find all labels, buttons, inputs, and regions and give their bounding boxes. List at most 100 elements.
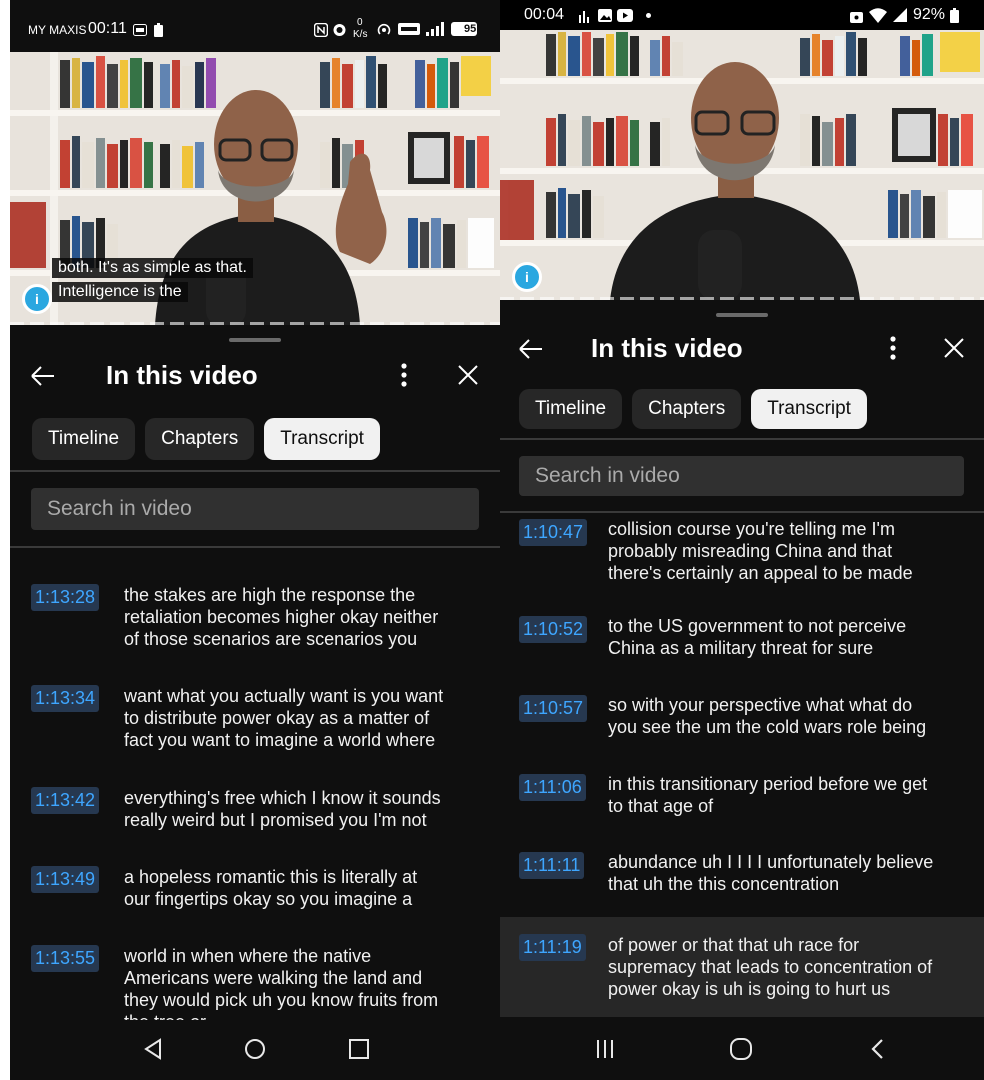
transcript-text: a hopeless romantic this is literally at…: [124, 866, 417, 910]
back-button[interactable]: [28, 361, 58, 391]
transcript-timestamp[interactable]: 1:13:34: [31, 685, 100, 712]
transcript-timestamp[interactable]: 1:13:55: [31, 945, 100, 972]
nav-back-button[interactable]: [138, 1034, 168, 1064]
transcript-timestamp[interactable]: 1:11:06: [519, 774, 586, 801]
tab-chapters[interactable]: Chapters: [632, 389, 742, 429]
transcript-text: so with your perspective what what do yo…: [608, 694, 926, 738]
transcript-line: Americans were walking the land and: [124, 968, 423, 988]
transcript-line: collision course you're telling me I'm: [608, 519, 895, 539]
sheet-tabs: Timeline Chapters Transcript: [519, 389, 867, 429]
left-phone-screen: MY MAXIS 00:11 0 K/s 95 both. It's as si…: [10, 0, 500, 1080]
transcript-timestamp[interactable]: 1:10:47: [519, 519, 588, 546]
transcript-text: to the US government to not perceive Chi…: [608, 615, 906, 659]
net-speed-value: 0: [357, 17, 363, 28]
nav-home-button[interactable]: [240, 1034, 270, 1064]
caption-line-2: Intelligence is the: [52, 282, 188, 302]
video-player[interactable]: i: [500, 30, 984, 300]
transcript-line: retaliation becomes higher okay neither: [124, 607, 439, 627]
transcript-timestamp[interactable]: 1:13:28: [31, 584, 100, 611]
transcript-row[interactable]: 1:13:49 a hopeless romantic this is lite…: [10, 862, 500, 932]
close-button[interactable]: [454, 361, 482, 389]
nav-back-chevron-icon: [871, 1039, 883, 1059]
screen-lock-icon: [850, 12, 863, 23]
transcript-line: abundance uh I I I I unfortunately belie…: [608, 852, 934, 872]
transcript-row[interactable]: 1:10:57 so with your perspective what wh…: [500, 689, 984, 749]
transcript-row-current[interactable]: 1:11:19 of power or that that uh race fo…: [500, 917, 984, 1017]
transcript-timestamp[interactable]: 1:10:57: [519, 695, 588, 722]
close-button[interactable]: [940, 334, 968, 362]
tab-transcript[interactable]: Transcript: [264, 418, 380, 460]
dot-icon: [646, 13, 651, 18]
battery-indicator: 95: [451, 22, 477, 36]
back-arrow-icon: [519, 339, 542, 359]
transcript-text: want what you actually want is you want …: [124, 685, 443, 751]
transcript-line: in this transitionary period before we g…: [608, 774, 928, 794]
close-icon: [944, 338, 964, 358]
transcript-line: supremacy that leads to concentration of: [608, 957, 933, 977]
search-in-video-input[interactable]: Search in video: [31, 488, 479, 530]
youtube-notification-icon: [617, 9, 633, 22]
transcript-row[interactable]: 1:13:55 world in when where the native A…: [10, 941, 500, 1020]
sheet-tabs: Timeline Chapters Transcript: [32, 418, 380, 460]
navigation-bar: [10, 1020, 500, 1080]
transcript-timestamp[interactable]: 1:11:19: [519, 934, 586, 961]
nav-recents-button[interactable]: [590, 1034, 620, 1064]
back-arrow-icon: [31, 366, 54, 386]
more-options-button[interactable]: [390, 361, 418, 389]
transcript-line: want what you actually want is you want: [124, 686, 444, 706]
transcript-row[interactable]: 1:13:28 the stakes are high the response…: [10, 580, 500, 670]
sheet-drag-handle[interactable]: [229, 338, 281, 342]
transcript-row[interactable]: 1:13:34 want what you actually want is y…: [10, 681, 500, 771]
transcript-row[interactable]: 1:11:11 abundance uh I I I I unfortunate…: [500, 846, 984, 906]
channel-logo-mark: i: [512, 262, 542, 292]
nav-back-button[interactable]: [862, 1034, 892, 1064]
transcript-line: to that age of: [608, 796, 714, 816]
status-time: 00:11: [88, 20, 127, 37]
transcript-line: our fingertips okay so you imagine a: [124, 889, 413, 909]
transcript-line: world in when where the native: [124, 946, 372, 966]
battery-saver-icon: [154, 23, 163, 37]
transcript-line: they would pick uh you know fruits from: [124, 990, 439, 1010]
transcript-row[interactable]: 1:10:52 to the US government to not perc…: [500, 610, 984, 670]
transcript-line: power okay is uh is going to hurt us: [608, 979, 891, 999]
transcript-line: the stakes are high the response the: [124, 585, 416, 605]
transcript-row[interactable]: 1:11:06 in this transitionary period bef…: [500, 768, 984, 828]
transcript-line: you see the um the cold wars role being: [608, 717, 927, 737]
transcript-timestamp[interactable]: 1:11:11: [519, 852, 585, 879]
transcript-line: fact you want to imagine a world where: [124, 730, 436, 750]
transcript-list[interactable]: 1:10:47 collision course you're telling …: [500, 513, 984, 1018]
sheet-drag-handle[interactable]: [716, 313, 768, 317]
carrier-label: MY MAXIS: [28, 23, 87, 37]
transcript-line: really weird but I promised you I'm not: [124, 810, 427, 830]
nav-home-circle-icon: [730, 1038, 752, 1060]
tab-transcript[interactable]: Transcript: [751, 389, 867, 429]
tab-timeline[interactable]: Timeline: [32, 418, 136, 460]
transcript-line: the tree or: [124, 1011, 438, 1020]
transcript-row[interactable]: 1:13:42 everything's free which I know i…: [10, 783, 500, 853]
nav-home-button[interactable]: [726, 1034, 756, 1064]
transcript-timestamp[interactable]: 1:13:42: [31, 787, 100, 814]
net-speed-unit: K/s: [353, 29, 368, 40]
transcript-timestamp[interactable]: 1:13:49: [31, 866, 100, 893]
transcript-line: of power or that that uh race for: [608, 935, 860, 955]
nav-recents-button[interactable]: [344, 1034, 374, 1064]
signal-icon: [893, 8, 907, 22]
transcript-text: abundance uh I I I I unfortunately belie…: [608, 851, 933, 895]
tab-timeline[interactable]: Timeline: [519, 389, 623, 429]
transcript-list[interactable]: 1:13:28 the stakes are high the response…: [10, 548, 500, 1020]
video-frame: [500, 30, 984, 300]
tabs-divider: [10, 470, 500, 472]
alarm-icon: [333, 24, 346, 36]
battery-percent: 92%: [913, 6, 946, 23]
tab-chapters[interactable]: Chapters: [145, 418, 255, 460]
status-bar: MY MAXIS 00:11 0 K/s 95: [10, 0, 500, 52]
search-in-video-input[interactable]: Search in video: [519, 456, 964, 496]
right-phone-screen: 00:04 92% i In this video Timeline Chapt…: [500, 0, 984, 1080]
transcript-line: so with your perspective what what do: [608, 695, 913, 715]
more-options-button[interactable]: [879, 334, 907, 362]
video-player[interactable]: both. It's as simple as that. Intelligen…: [10, 52, 500, 325]
back-button[interactable]: [516, 334, 546, 364]
transcript-line: that uh the this concentration: [608, 874, 840, 894]
transcript-row[interactable]: 1:10:47 collision course you're telling …: [500, 513, 984, 593]
transcript-timestamp[interactable]: 1:10:52: [519, 616, 588, 643]
